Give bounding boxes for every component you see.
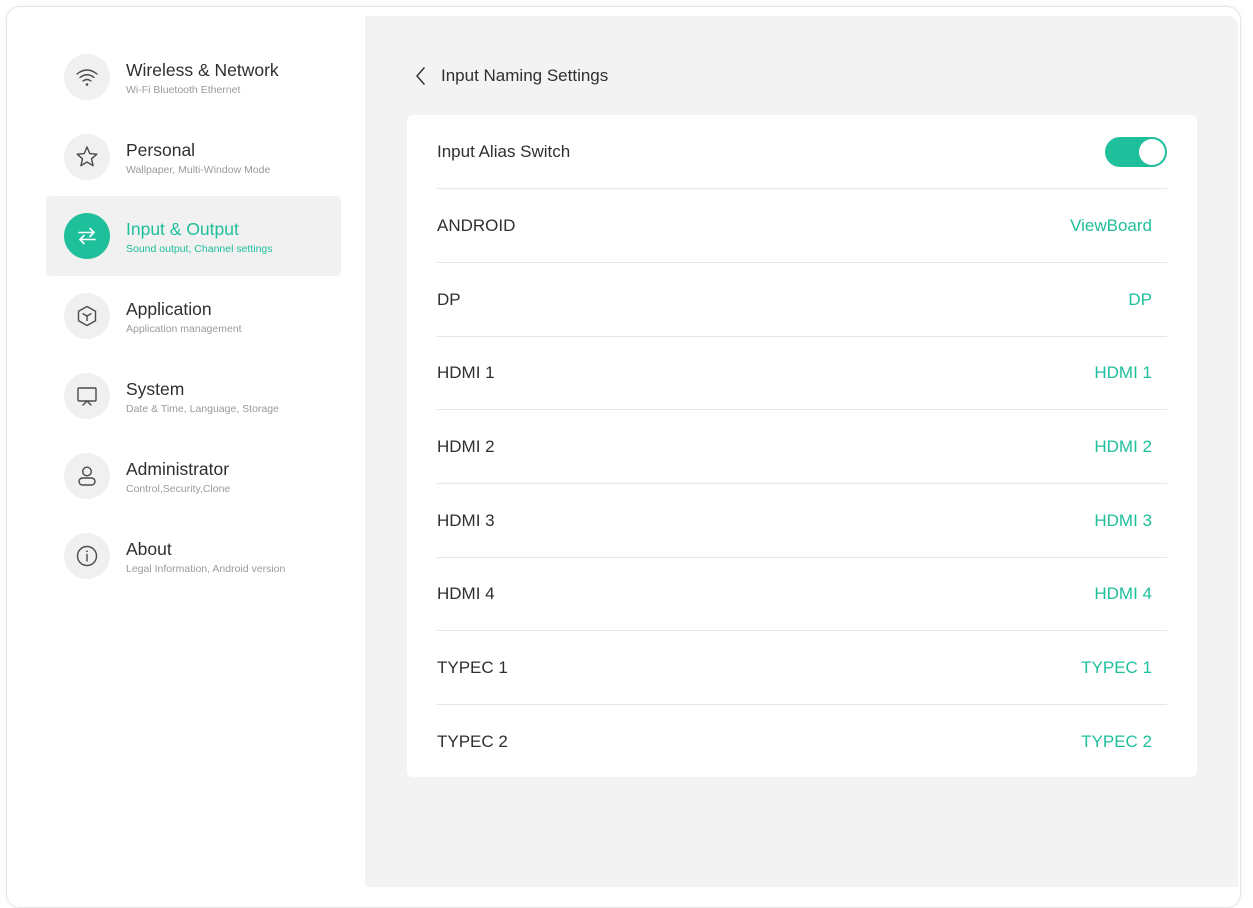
input-source-label: HDMI 4 xyxy=(437,584,495,603)
input-alias-value: ViewBoard xyxy=(1070,216,1152,235)
input-alias-value: HDMI 3 xyxy=(1094,511,1152,530)
sidebar-item-subtitle: Application management xyxy=(126,323,242,335)
input-source-label: ANDROID xyxy=(437,216,516,235)
back-button[interactable]: Input Naming Settings xyxy=(413,64,608,88)
input-alias-value: HDMI 1 xyxy=(1094,363,1152,382)
sidebar-item-wireless-network[interactable]: Wireless & Network Wi-Fi Bluetooth Ether… xyxy=(46,37,341,117)
input-row-dp[interactable]: DP DP xyxy=(437,263,1167,337)
sidebar-item-input-output[interactable]: Input & Output Sound output, Channel set… xyxy=(46,196,341,276)
input-alias-value: DP xyxy=(1128,290,1152,309)
sidebar-item-title: Input & Output xyxy=(126,219,239,239)
sidebar-item-system[interactable]: System Date & Time, Language, Storage xyxy=(46,356,341,436)
alias-switch-row: Input Alias Switch xyxy=(437,115,1167,189)
input-row-hdmi-4[interactable]: HDMI 4 HDMI 4 xyxy=(437,557,1167,631)
sidebar-item-subtitle: Sound output, Channel settings xyxy=(126,243,273,255)
input-row-typec-1[interactable]: TYPEC 1 TYPEC 1 xyxy=(437,631,1167,705)
sidebar-item-title: System xyxy=(126,379,185,399)
input-alias-value: HDMI 2 xyxy=(1094,437,1152,456)
input-source-label: HDMI 2 xyxy=(437,437,495,456)
sidebar-item-subtitle: Legal Information, Android version xyxy=(126,563,286,575)
input-row-hdmi-1[interactable]: HDMI 1 HDMI 1 xyxy=(437,336,1167,410)
input-source-label: TYPEC 2 xyxy=(437,732,508,751)
input-naming-card: Input Alias Switch ANDROID ViewBoard DP … xyxy=(407,115,1197,777)
sidebar-item-title: Administrator xyxy=(126,459,230,479)
input-alias-value: TYPEC 2 xyxy=(1081,732,1152,751)
sidebar-item-subtitle: Date & Time, Language, Storage xyxy=(126,403,279,415)
toggle-knob xyxy=(1139,139,1165,165)
monitor-icon xyxy=(64,373,110,419)
sidebar-item-administrator[interactable]: Administrator Control,Security,Clone xyxy=(46,436,341,516)
input-source-label: TYPEC 1 xyxy=(437,658,508,677)
input-row-hdmi-2[interactable]: HDMI 2 HDMI 2 xyxy=(437,410,1167,484)
page-title: Input Naming Settings xyxy=(441,66,609,85)
sidebar-item-subtitle: Control,Security,Clone xyxy=(126,483,231,495)
sidebar-item-about[interactable]: About Legal Information, Android version xyxy=(46,516,341,596)
sidebar-item-title: Personal xyxy=(126,140,196,160)
input-alias-toggle[interactable] xyxy=(1105,137,1167,167)
input-source-label: DP xyxy=(437,290,461,309)
star-icon xyxy=(64,134,110,180)
input-source-label: HDMI 3 xyxy=(437,511,495,530)
sidebar-item-application[interactable]: Application Application management xyxy=(46,276,341,356)
info-icon xyxy=(64,533,110,579)
sidebar-item-title: Wireless & Network xyxy=(126,60,279,80)
sidebar-item-title: Application xyxy=(126,299,212,319)
sidebar-item-subtitle: Wi-Fi Bluetooth Ethernet xyxy=(126,84,241,96)
input-row-hdmi-3[interactable]: HDMI 3 HDMI 3 xyxy=(437,484,1167,558)
input-source-label: HDMI 1 xyxy=(437,363,495,382)
input-row-typec-2[interactable]: TYPEC 2 TYPEC 2 xyxy=(437,705,1167,778)
sidebar-item-subtitle: Wallpaper, Multi-Window Mode xyxy=(126,164,271,176)
sidebar-item-personal[interactable]: Personal Wallpaper, Multi-Window Mode xyxy=(46,117,341,197)
chevron-left-icon xyxy=(416,67,425,85)
alias-switch-label: Input Alias Switch xyxy=(437,142,571,161)
user-icon xyxy=(64,453,110,499)
sidebar-item-title: About xyxy=(126,539,172,559)
input-alias-value: TYPEC 1 xyxy=(1081,658,1152,677)
sidebar: Wireless & Network Wi-Fi Bluetooth Ether… xyxy=(21,16,365,887)
input-row-android[interactable]: ANDROID ViewBoard xyxy=(437,189,1167,263)
settings-screen: Wireless & Network Wi-Fi Bluetooth Ether… xyxy=(21,16,1238,887)
swap-arrows-icon xyxy=(64,213,110,259)
input-alias-value: HDMI 4 xyxy=(1094,584,1152,603)
cube-icon xyxy=(64,293,110,339)
wifi-icon xyxy=(64,54,110,100)
